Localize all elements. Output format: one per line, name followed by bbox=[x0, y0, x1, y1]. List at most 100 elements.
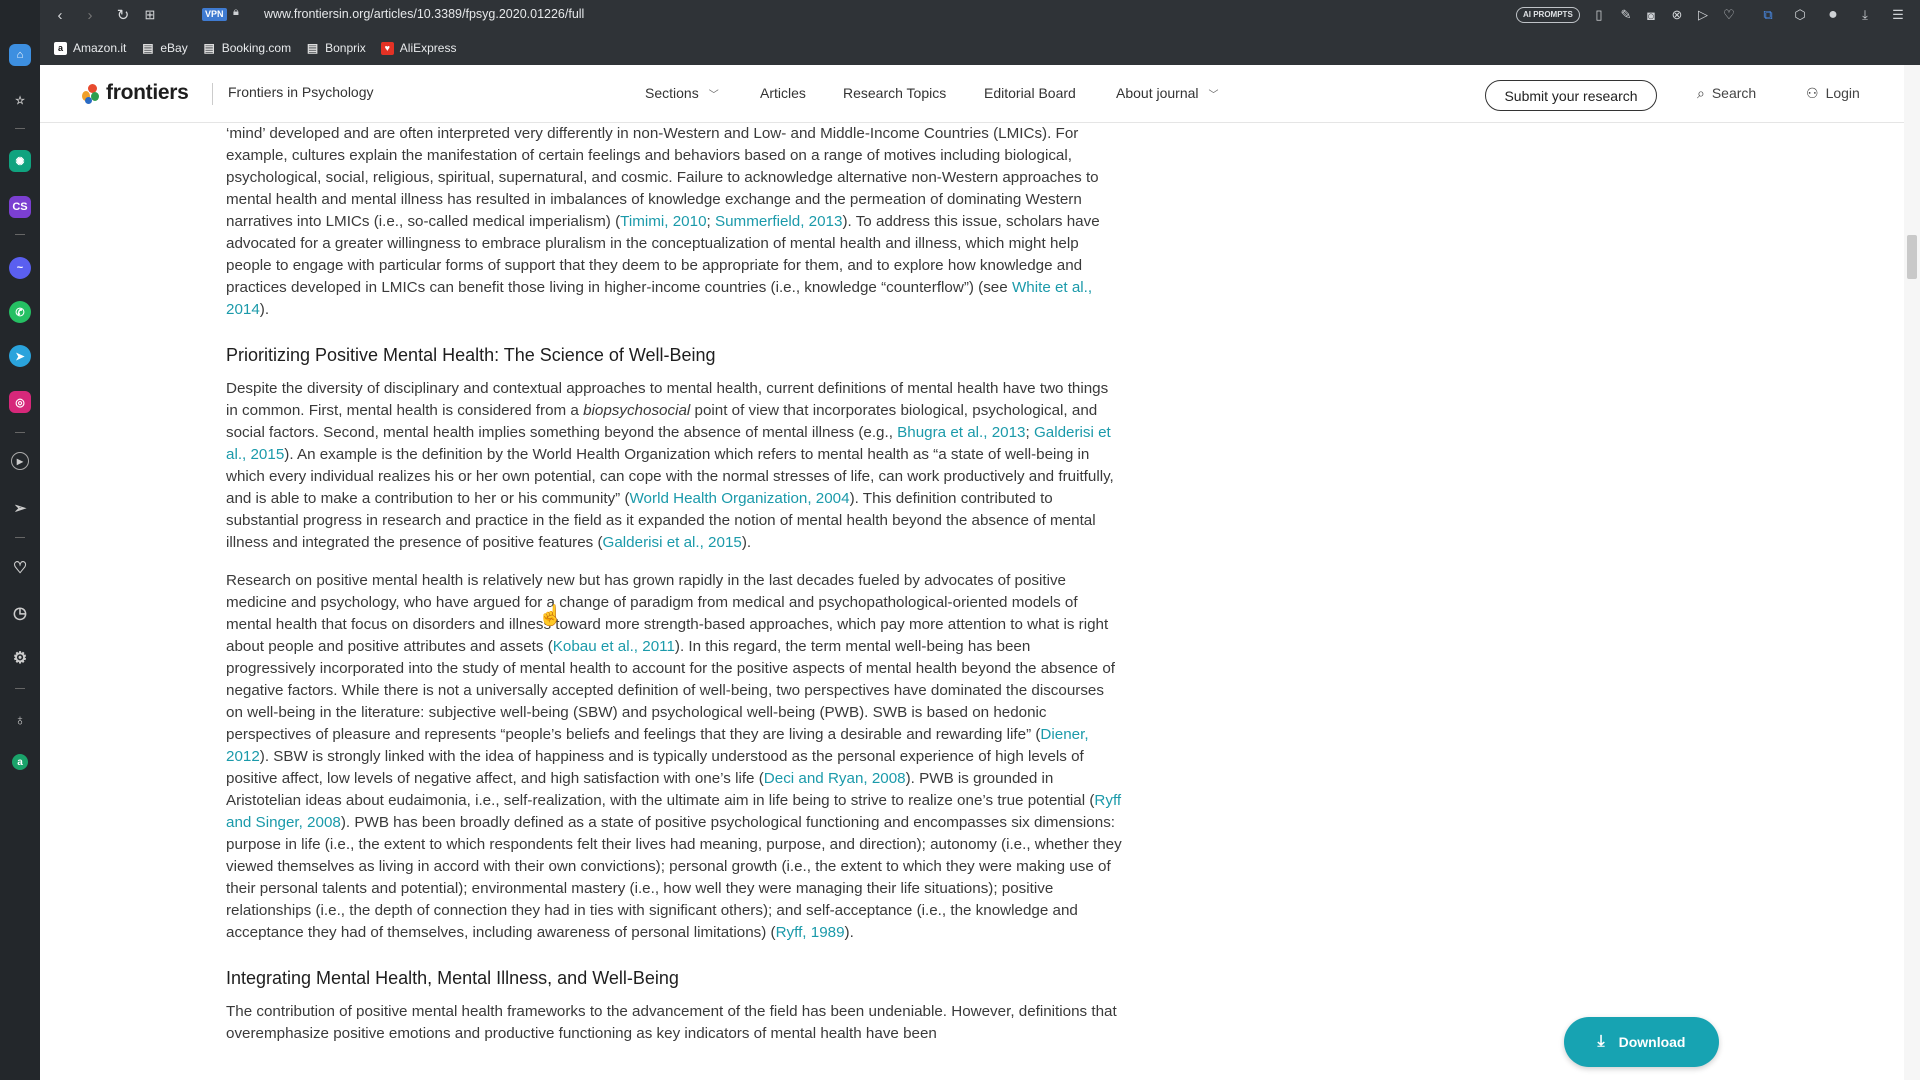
download-arrow-icon[interactable]: ⤓ bbox=[1855, 5, 1875, 25]
nav-label: About journal bbox=[1116, 85, 1199, 101]
browser-toolbar: ‹ › ↻ ⊞ VPN 🔒︎ www.frontiersin.org/artic… bbox=[40, 0, 1920, 65]
lock-icon[interactable]: 🔒︎ bbox=[233, 6, 239, 19]
text-span: ). bbox=[741, 534, 752, 551]
section-heading: Prioritizing Positive Mental Health: The… bbox=[226, 345, 716, 365]
bookmark-label: Bonprix bbox=[325, 41, 366, 55]
send-icon[interactable]: ➢ bbox=[9, 497, 31, 519]
text-span: The contribution of positive mental heal… bbox=[226, 1003, 1117, 1042]
sidebar-divider bbox=[15, 537, 25, 538]
bookmarks-bar: a Amazon.it ▤ eBay ▤ Booking.com ▤ Bonpr… bbox=[40, 37, 471, 59]
edit-icon[interactable]: ✎ bbox=[1616, 5, 1636, 25]
sidebar-divider bbox=[15, 432, 25, 433]
bookmark-ebay[interactable]: ▤ eBay bbox=[141, 41, 188, 55]
search-button[interactable]: ⌕ Search bbox=[1697, 85, 1756, 102]
citation-link[interactable]: Summerfield, 2013 bbox=[715, 213, 842, 230]
heart-outline-icon[interactable]: ♡ bbox=[1719, 5, 1739, 25]
citation-link[interactable]: Timimi, 2010 bbox=[620, 213, 706, 230]
settings-gear-icon[interactable]: ⚙ bbox=[9, 647, 31, 669]
browser-sidebar: ⌂ ☆ ✺ CS ~ ✆ ➤ ◎ ▶ ➢ ♡ ◷ ⚙ ♁ a bbox=[0, 0, 40, 1080]
page-icon: ▤ bbox=[142, 41, 154, 55]
vpn-badge[interactable]: VPN bbox=[202, 8, 227, 21]
nav-articles[interactable]: Articles bbox=[760, 85, 806, 101]
messenger-icon[interactable]: ~ bbox=[9, 257, 31, 279]
tabs-grid-icon[interactable]: ⊞ bbox=[140, 5, 160, 25]
profile-avatar-icon[interactable]: ● bbox=[1823, 5, 1843, 25]
citation-link[interactable]: World Health Organization, 2004 bbox=[630, 490, 850, 507]
download-button[interactable]: ⤓ Download bbox=[1564, 1017, 1719, 1067]
bookmark-star-icon[interactable]: ☆ bbox=[9, 89, 31, 111]
nav-editorial-board[interactable]: Editorial Board bbox=[984, 85, 1076, 101]
emphasis-text: biopsychosocial bbox=[583, 402, 691, 419]
login-label: Login bbox=[1825, 85, 1860, 101]
back-arrow-icon[interactable]: ‹ bbox=[50, 5, 70, 25]
aria-icon[interactable]: a bbox=[12, 754, 28, 770]
extensions-cube-icon[interactable]: ⬡ bbox=[1790, 5, 1810, 25]
lightbulb-icon[interactable]: ♁ bbox=[9, 709, 31, 731]
citation-link[interactable]: Galderisi et al., 2015 bbox=[603, 534, 742, 551]
search-label: Search bbox=[1711, 85, 1757, 101]
sidebar-divider bbox=[15, 688, 25, 689]
text-span: ). bbox=[844, 924, 854, 941]
paragraph: Despite the diversity of disciplinary an… bbox=[226, 378, 1122, 554]
send-page-icon[interactable]: ▷ bbox=[1693, 5, 1713, 25]
telegram-icon[interactable]: ➤ bbox=[9, 345, 31, 367]
chatgpt-icon[interactable]: ✺ bbox=[9, 150, 31, 172]
bookmark-bonprix[interactable]: ▤ Bonprix bbox=[306, 41, 366, 55]
submit-research-button[interactable]: Submit your research bbox=[1485, 80, 1657, 111]
menu-icon[interactable]: ☰ bbox=[1888, 5, 1908, 25]
home-icon[interactable]: ⌂ bbox=[9, 44, 31, 66]
scrollbar-thumb[interactable] bbox=[1907, 235, 1917, 279]
text-span: ). PWB has been broadly defined as a sta… bbox=[226, 814, 1122, 941]
frontiers-logo-icon bbox=[80, 82, 100, 104]
citation-link[interactable]: Deci and Ryan, 2008 bbox=[764, 770, 906, 787]
translate-icon[interactable]: ⧉ bbox=[1758, 5, 1778, 25]
whatsapp-icon[interactable]: ✆ bbox=[9, 301, 31, 323]
citation-link[interactable]: Kobau et al., 2011 bbox=[553, 638, 675, 655]
cs-app-icon[interactable]: CS bbox=[9, 196, 31, 218]
page-icon: ▤ bbox=[203, 41, 215, 55]
nav-sections[interactable]: Sections ﹀ bbox=[645, 85, 719, 101]
page-icon: ▤ bbox=[306, 41, 319, 55]
reader-icon[interactable]: ▯ bbox=[1589, 5, 1609, 25]
section-heading: Integrating Mental Health, Mental Illnes… bbox=[226, 968, 679, 988]
bookmark-aliexpress[interactable]: ♥ AliExpress bbox=[380, 41, 457, 55]
header-divider bbox=[212, 83, 213, 105]
forward-arrow-icon[interactable]: › bbox=[80, 5, 100, 25]
heart-icon[interactable]: ♡ bbox=[9, 557, 31, 579]
amazon-icon: a bbox=[54, 41, 67, 55]
search-icon: ⌕ bbox=[1697, 85, 1705, 101]
bookmark-label: AliExpress bbox=[399, 41, 457, 55]
address-bar[interactable]: www.frontiersin.org/articles/10.3389/fps… bbox=[264, 7, 584, 21]
history-icon[interactable]: ◷ bbox=[9, 602, 31, 624]
text-span: ; bbox=[706, 213, 715, 230]
camera-icon[interactable]: ◙ bbox=[1641, 5, 1661, 25]
citation-link[interactable]: Bhugra et al., 2013 bbox=[897, 424, 1025, 441]
block-icon[interactable]: ⊗ bbox=[1667, 5, 1687, 25]
chevron-down-icon: ﹀ bbox=[708, 90, 719, 101]
chevron-down-icon: ﹀ bbox=[1208, 90, 1219, 101]
sidebar-divider bbox=[15, 128, 25, 129]
paragraph: The contribution of positive mental heal… bbox=[226, 1001, 1122, 1045]
bookmark-amazon[interactable]: a Amazon.it bbox=[54, 41, 126, 55]
hand-cursor-icon: ☝ bbox=[538, 605, 563, 627]
ai-prompts-button[interactable]: AI PROMPTS bbox=[1516, 7, 1580, 23]
player-icon[interactable]: ▶ bbox=[11, 452, 29, 470]
login-button[interactable]: ⚇ Login bbox=[1806, 85, 1860, 102]
instagram-icon[interactable]: ◎ bbox=[9, 391, 31, 413]
nav-label: Sections bbox=[645, 85, 699, 101]
citation-link[interactable]: Ryff, 1989 bbox=[776, 924, 845, 941]
nav-research-topics[interactable]: Research Topics bbox=[843, 85, 946, 101]
bookmark-label: Amazon.it bbox=[73, 41, 127, 55]
text-span: ; bbox=[1025, 424, 1034, 441]
frontiers-logo[interactable]: frontiers bbox=[80, 81, 189, 105]
bookmark-label: Booking.com bbox=[221, 41, 292, 55]
nav-about-journal[interactable]: About journal ﹀ bbox=[1116, 85, 1219, 101]
reload-icon[interactable]: ↻ bbox=[113, 5, 133, 25]
page-scrollbar[interactable] bbox=[1904, 65, 1920, 1080]
article-body: ‘mind’ developed and are often interpret… bbox=[226, 123, 1122, 1080]
download-icon: ⤓ bbox=[1597, 1033, 1605, 1050]
journal-name[interactable]: Frontiers in Psychology bbox=[228, 84, 374, 100]
logo-text: frontiers bbox=[106, 81, 189, 104]
paragraph: Research on positive mental health is re… bbox=[226, 570, 1122, 944]
bookmark-booking[interactable]: ▤ Booking.com bbox=[203, 41, 292, 55]
